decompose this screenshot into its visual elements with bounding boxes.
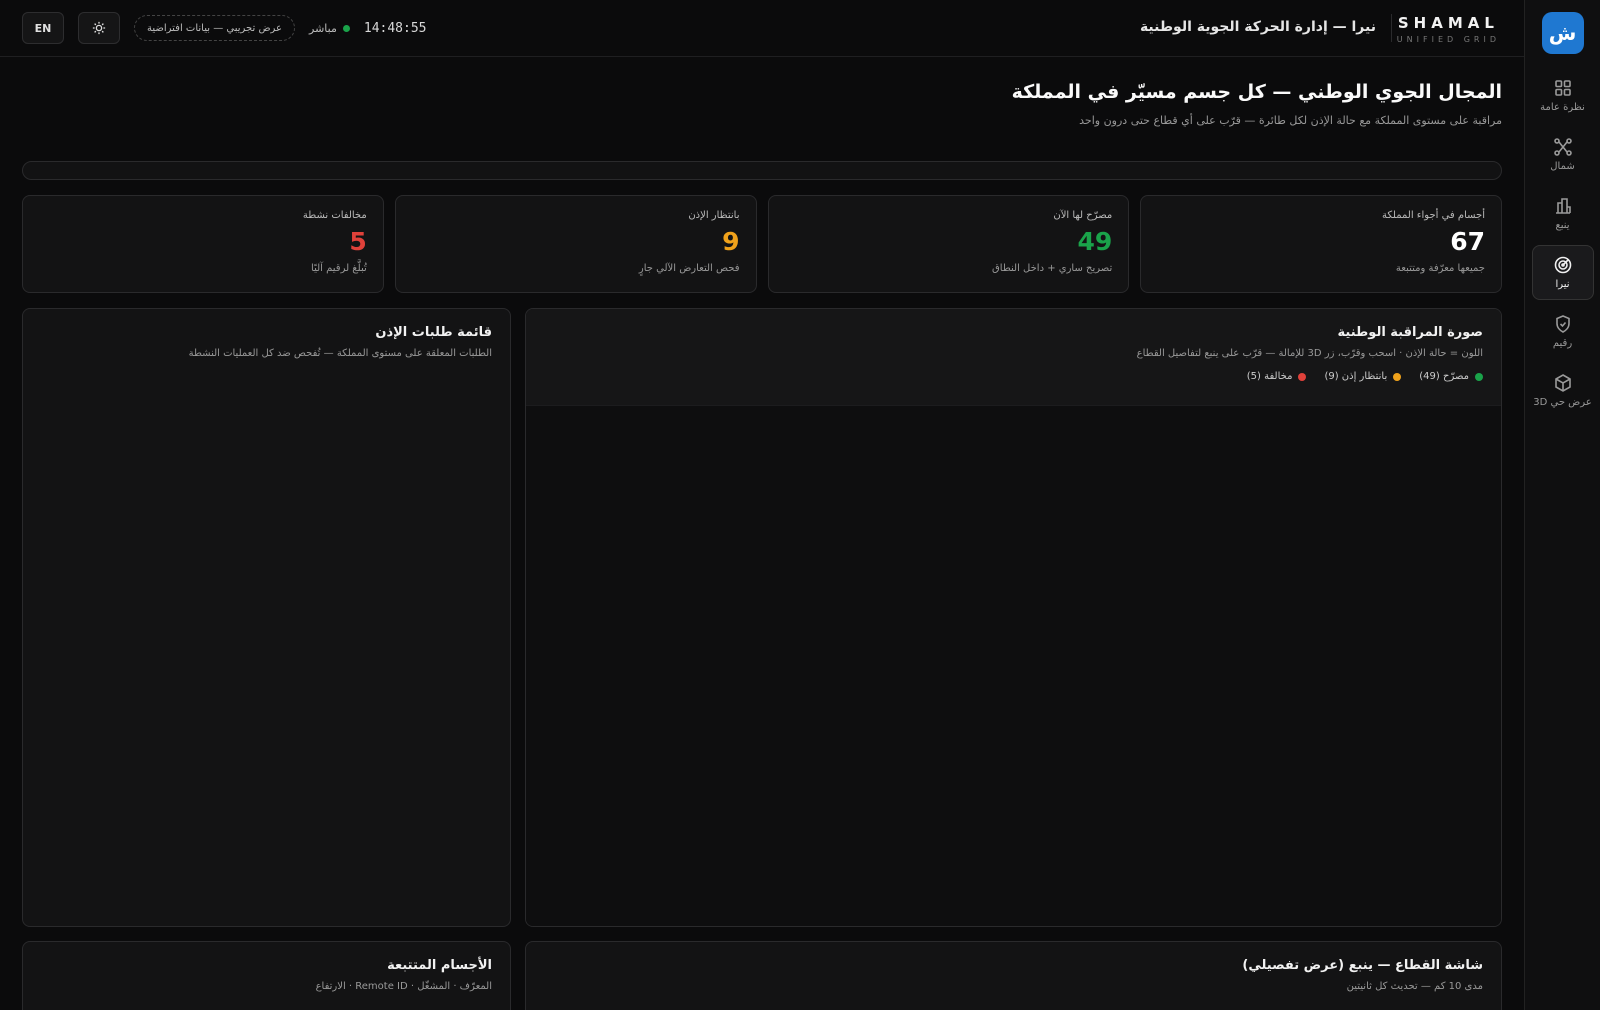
status-bar <box>22 161 1502 180</box>
stat-label: مصرّح لها الآن <box>1053 210 1113 221</box>
brand-tagline: UNIFIED GRID <box>1396 35 1500 44</box>
buildings-icon <box>1555 198 1571 214</box>
demo-badge: عرض تجريبي — بيانات افتراضية <box>134 15 296 41</box>
sector-panel: شاشة القطاع — ينبع (عرض تفصيلي) مدى 10 ك… <box>525 941 1502 1010</box>
legend-label: مصرّح (49) <box>1419 371 1469 382</box>
legend-item-violation: مخالفة (5) <box>1247 371 1307 382</box>
page-title: المجال الجوي الوطني — كل جسم مسيّر في ال… <box>1011 81 1502 103</box>
sidebar-item-label: نيرا <box>1555 279 1570 290</box>
sidebar-item-raqim[interactable]: رقيم <box>1532 304 1594 359</box>
panel-header: قائمة طلبات الإذن الطلبات المعلقة على مس… <box>23 309 510 359</box>
stat-value: 5 <box>349 227 367 256</box>
app-title: نيرا — إدارة الحركة الجوية الوطنية <box>1139 19 1376 35</box>
map-legend: مصرّح (49) بانتظار إذن (9) مخالفة (5) <box>544 371 1483 382</box>
network-icon <box>1553 138 1572 156</box>
brand-name: SHAMAL <box>1397 14 1499 32</box>
panel-title: الأجسام المتتبعة <box>387 958 492 973</box>
stat-card-authorized: مصرّح لها الآن 49 تصريح ساري + داخل النط… <box>767 195 1130 293</box>
stat-label: مخالفات نشطة <box>302 210 367 221</box>
permission-requests-panel: قائمة طلبات الإذن الطلبات المعلقة على مس… <box>22 308 511 927</box>
sidebar-item-yanbu[interactable]: ينبع <box>1532 186 1594 241</box>
sidebar: ش نظرة عامة شمال ينبع نيرا رقيم عرض حي 3… <box>1524 0 1600 1010</box>
legend-dot <box>1393 372 1402 381</box>
stats-row: أجسام في أجواء المملكة 67 جميعها معرّفة … <box>22 195 1502 293</box>
live-indicator: مباشر <box>309 22 350 35</box>
page-subtitle: مراقبة على مستوى المملكة مع حالة الإذن ل… <box>1079 114 1502 127</box>
sidebar-item-live-3d[interactable]: عرض حي 3D <box>1532 363 1594 418</box>
tracked-objects-panel: الأجسام المتتبعة المعرّف · المشغّل · Rem… <box>22 941 511 1010</box>
top-bar: SHAMAL UNIFIED GRID نيرا — إدارة الحركة … <box>0 0 1524 57</box>
grid-icon <box>1554 80 1571 96</box>
panel-subtitle: المعرّف · المشغّل · Remote ID · الارتفاع <box>315 981 492 992</box>
stat-note: فحص التعارض الآلي جارٍ <box>638 263 740 274</box>
sun-icon <box>92 21 106 35</box>
panel-title: شاشة القطاع — ينبع (عرض تفصيلي) <box>1242 958 1483 973</box>
theme-toggle-button[interactable] <box>78 12 120 44</box>
sidebar-item-label: رقيم <box>1552 338 1573 349</box>
shield-icon <box>1555 315 1570 333</box>
legend-item-authorized: مصرّح (49) <box>1419 371 1483 382</box>
app-root: ش نظرة عامة شمال ينبع نيرا رقيم عرض حي 3… <box>0 0 1600 1010</box>
panel-subtitle: اللون = حالة الإذن · اسحب وقرّب، زر 3D ل… <box>1136 348 1483 359</box>
stat-card-violations: مخالفات نشطة 5 تُبلَّغ لرقيم آليًا <box>22 195 384 293</box>
legend-item-pending: بانتظار إذن (9) <box>1324 371 1402 382</box>
stat-note: تصريح ساري + داخل النطاق <box>992 263 1113 274</box>
legend-dot <box>1298 372 1307 381</box>
main-content: المجال الجوي الوطني — كل جسم مسيّر في ال… <box>0 57 1524 1010</box>
sidebar-item-label: نظرة عامة <box>1540 102 1585 113</box>
sidebar-item-label: ينبع <box>1555 220 1570 231</box>
cube-icon <box>1554 374 1571 392</box>
live-label: مباشر <box>309 21 337 35</box>
map-canvas[interactable] <box>526 405 1501 926</box>
panel-header: الأجسام المتتبعة المعرّف · المشغّل · Rem… <box>23 942 510 992</box>
stat-value: 9 <box>722 227 740 256</box>
clock: 14:48:55 <box>363 20 427 36</box>
panel-subtitle: الطلبات المعلقة على مستوى المملكة — تُفح… <box>188 348 492 359</box>
sidebar-item-label: عرض حي 3D <box>1533 397 1592 408</box>
legend-label: مخالفة (5) <box>1246 371 1293 382</box>
stat-note: جميعها معرّفة ومتتبعة <box>1395 263 1485 274</box>
sidebar-item-shamal[interactable]: شمال <box>1532 127 1594 182</box>
brand-logo: SHAMAL UNIFIED GRID <box>1397 14 1500 44</box>
panel-header: صورة المراقبة الوطنية اللون = حالة الإذن… <box>526 309 1501 382</box>
live-dot <box>342 24 350 32</box>
sidebar-item-overview[interactable]: نظرة عامة <box>1532 68 1594 123</box>
stat-card-total: أجسام في أجواء المملكة 67 جميعها معرّفة … <box>1140 195 1502 293</box>
top-bar-controls: EN عرض تجريبي — بيانات افتراضية مباشر 14… <box>22 12 427 44</box>
brand-divider <box>1391 14 1392 42</box>
panel-subtitle: مدى 10 كم — تحديث كل ثانيتين <box>1346 981 1483 992</box>
sidebar-item-nira[interactable]: نيرا <box>1531 245 1594 300</box>
panel-title: صورة المراقبة الوطنية <box>1337 325 1483 340</box>
stat-label: بانتظار الإذن <box>688 210 740 221</box>
sidebar-item-label: شمال <box>1550 161 1575 172</box>
sidebar-nav: نظرة عامة شمال ينبع نيرا رقيم عرض حي 3D <box>1531 68 1594 418</box>
app-logo[interactable]: ش <box>1541 12 1584 54</box>
stat-value: 49 <box>1077 227 1113 256</box>
stat-value: 67 <box>1450 227 1485 256</box>
radar-icon <box>1554 256 1571 274</box>
stat-label: أجسام في أجواء المملكة <box>1382 210 1485 221</box>
surveillance-panel: صورة المراقبة الوطنية اللون = حالة الإذن… <box>525 308 1502 927</box>
panel-header: شاشة القطاع — ينبع (عرض تفصيلي) مدى 10 ك… <box>526 942 1501 992</box>
panel-title: قائمة طلبات الإذن <box>375 325 492 340</box>
stat-note: تُبلَّغ لرقيم آليًا <box>311 263 367 274</box>
language-toggle-button[interactable]: EN <box>22 12 64 44</box>
legend-label: بانتظار إذن (9) <box>1324 371 1388 382</box>
stat-card-pending: بانتظار الإذن 9 فحص التعارض الآلي جارٍ <box>394 195 757 293</box>
legend-dot <box>1475 372 1483 381</box>
